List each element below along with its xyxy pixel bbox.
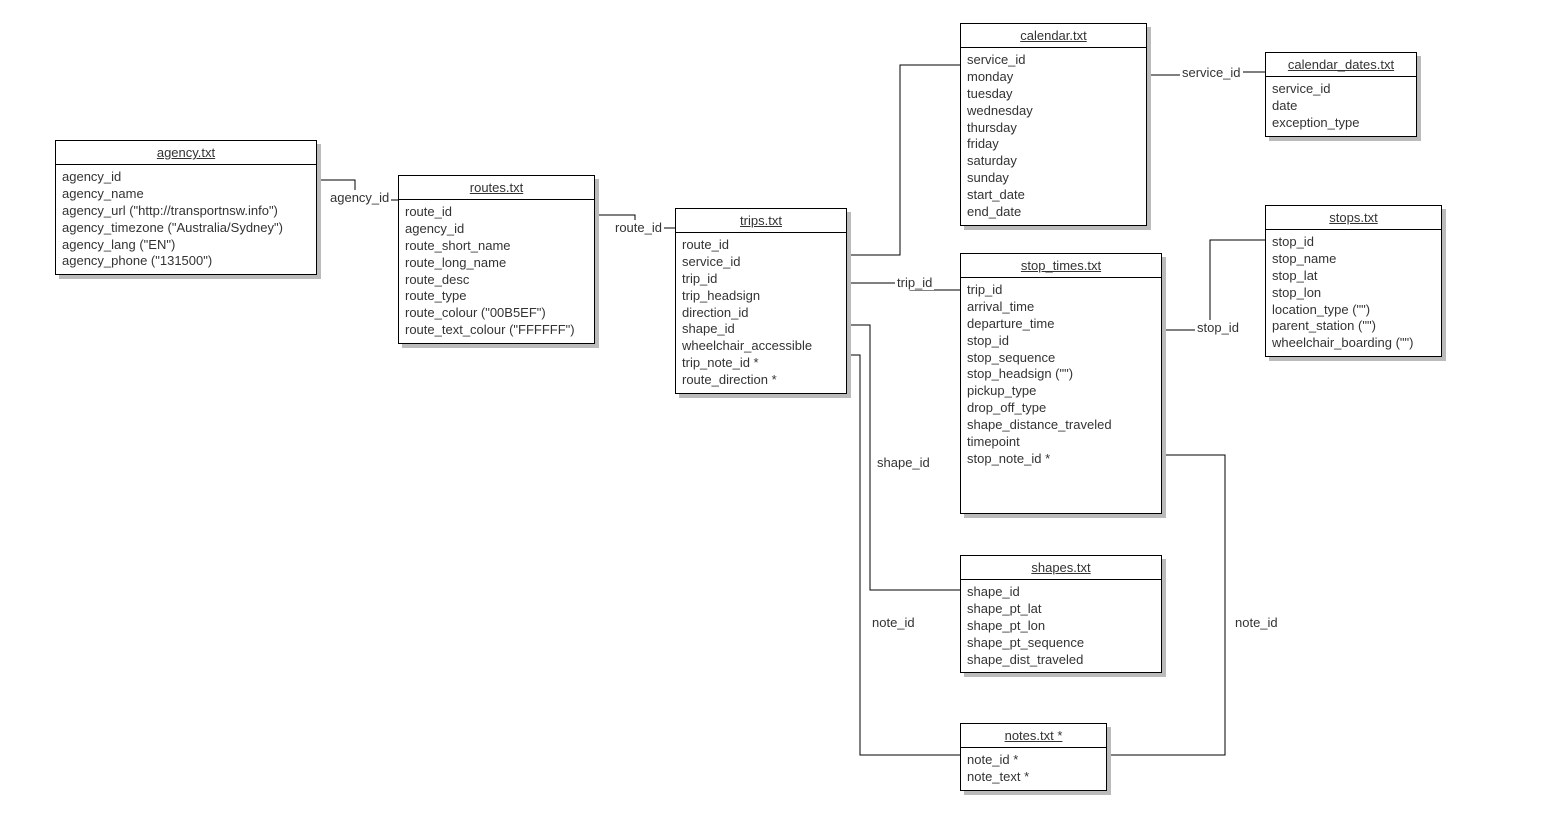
field: route_id — [405, 204, 588, 221]
field: trip_id — [967, 282, 1155, 299]
entity-stop-times: stop_times.txt trip_id arrival_time depa… — [960, 253, 1162, 514]
field: agency_url ("http://transportnsw.info") — [62, 203, 310, 220]
entity-body: route_id service_id trip_id trip_headsig… — [676, 233, 846, 393]
field: stop_sequence — [967, 350, 1155, 367]
field: stop_id — [967, 333, 1155, 350]
field: arrival_time — [967, 299, 1155, 316]
field: trip_headsign — [682, 288, 840, 305]
field: sunday — [967, 170, 1140, 187]
field: agency_name — [62, 186, 310, 203]
entity-title: stops.txt — [1266, 206, 1441, 230]
field: shape_dist_traveled — [967, 652, 1155, 669]
label-route-id: route_id — [613, 220, 664, 235]
field: agency_phone ("131500") — [62, 253, 310, 270]
field: trip_note_id * — [682, 355, 840, 372]
field: stop_note_id * — [967, 451, 1155, 468]
field: drop_off_type — [967, 400, 1155, 417]
entity-body: agency_id agency_name agency_url ("http:… — [56, 165, 316, 274]
label-service-id: service_id — [1180, 65, 1243, 80]
field: pickup_type — [967, 383, 1155, 400]
field: stop_id — [1272, 234, 1435, 251]
field: shape_distance_traveled — [967, 417, 1155, 434]
field: route_short_name — [405, 238, 588, 255]
entity-trips: trips.txt route_id service_id trip_id tr… — [675, 208, 847, 394]
field: wednesday — [967, 103, 1140, 120]
entity-calendar: calendar.txt service_id monday tuesday w… — [960, 23, 1147, 226]
entity-title: agency.txt — [56, 141, 316, 165]
field: shape_pt_lon — [967, 618, 1155, 635]
entity-title: notes.txt * — [961, 724, 1106, 748]
field: location_type ("") — [1272, 302, 1435, 319]
field: monday — [967, 69, 1140, 86]
entity-title: trips.txt — [676, 209, 846, 233]
entity-body: service_id monday tuesday wednesday thur… — [961, 48, 1146, 225]
label-note-id-right: note_id — [1233, 615, 1280, 630]
field: route_colour ("00B5EF") — [405, 305, 588, 322]
field: shape_id — [682, 321, 840, 338]
label-trip-id: trip_id — [895, 275, 934, 290]
field: shape_pt_lat — [967, 601, 1155, 618]
field: parent_station ("") — [1272, 318, 1435, 335]
field: timepoint — [967, 434, 1155, 451]
entity-routes: routes.txt route_id agency_id route_shor… — [398, 175, 595, 344]
field: stop_lon — [1272, 285, 1435, 302]
entity-body: trip_id arrival_time departure_time stop… — [961, 278, 1161, 513]
field: route_direction * — [682, 372, 840, 389]
label-note-id-left: note_id — [870, 615, 917, 630]
field: exception_type — [1272, 115, 1410, 132]
field: saturday — [967, 153, 1140, 170]
field: wheelchair_accessible — [682, 338, 840, 355]
field: friday — [967, 136, 1140, 153]
entity-body: service_id date exception_type — [1266, 77, 1416, 136]
entity-calendar-dates: calendar_dates.txt service_id date excep… — [1265, 52, 1417, 137]
entity-title: calendar_dates.txt — [1266, 53, 1416, 77]
field: route_id — [682, 237, 840, 254]
entity-body: route_id agency_id route_short_name rout… — [399, 200, 594, 343]
label-stop-id: stop_id — [1195, 320, 1241, 335]
entity-title: shapes.txt — [961, 556, 1161, 580]
field: agency_lang ("EN") — [62, 237, 310, 254]
field: departure_time — [967, 316, 1155, 333]
entity-title: calendar.txt — [961, 24, 1146, 48]
field: service_id — [1272, 81, 1410, 98]
field: direction_id — [682, 305, 840, 322]
field: note_id * — [967, 752, 1100, 769]
field: route_text_colour ("FFFFFF") — [405, 322, 588, 339]
field: start_date — [967, 187, 1140, 204]
entity-stops: stops.txt stop_id stop_name stop_lat sto… — [1265, 205, 1442, 357]
field: trip_id — [682, 271, 840, 288]
field: stop_headsign ("") — [967, 366, 1155, 383]
entity-title: stop_times.txt — [961, 254, 1161, 278]
entity-title: routes.txt — [399, 176, 594, 200]
entity-body: note_id * note_text * — [961, 748, 1106, 790]
field: route_type — [405, 288, 588, 305]
field: date — [1272, 98, 1410, 115]
entity-agency: agency.txt agency_id agency_name agency_… — [55, 140, 317, 275]
field: stop_lat — [1272, 268, 1435, 285]
field: wheelchair_boarding ("") — [1272, 335, 1435, 352]
field: agency_id — [62, 169, 310, 186]
field: service_id — [967, 52, 1140, 69]
field: route_long_name — [405, 255, 588, 272]
field: agency_id — [405, 221, 588, 238]
field: service_id — [682, 254, 840, 271]
entity-body: stop_id stop_name stop_lat stop_lon loca… — [1266, 230, 1441, 356]
field: shape_id — [967, 584, 1155, 601]
field: note_text * — [967, 769, 1100, 786]
field: shape_pt_sequence — [967, 635, 1155, 652]
label-agency-id: agency_id — [328, 190, 391, 205]
field: stop_name — [1272, 251, 1435, 268]
field: tuesday — [967, 86, 1140, 103]
label-shape-id: shape_id — [875, 455, 932, 470]
entity-shapes: shapes.txt shape_id shape_pt_lat shape_p… — [960, 555, 1162, 673]
entity-notes: notes.txt * note_id * note_text * — [960, 723, 1107, 791]
field: thursday — [967, 120, 1140, 137]
field: agency_timezone ("Australia/Sydney") — [62, 220, 310, 237]
entity-body: shape_id shape_pt_lat shape_pt_lon shape… — [961, 580, 1161, 672]
field: route_desc — [405, 272, 588, 289]
field: end_date — [967, 204, 1140, 221]
